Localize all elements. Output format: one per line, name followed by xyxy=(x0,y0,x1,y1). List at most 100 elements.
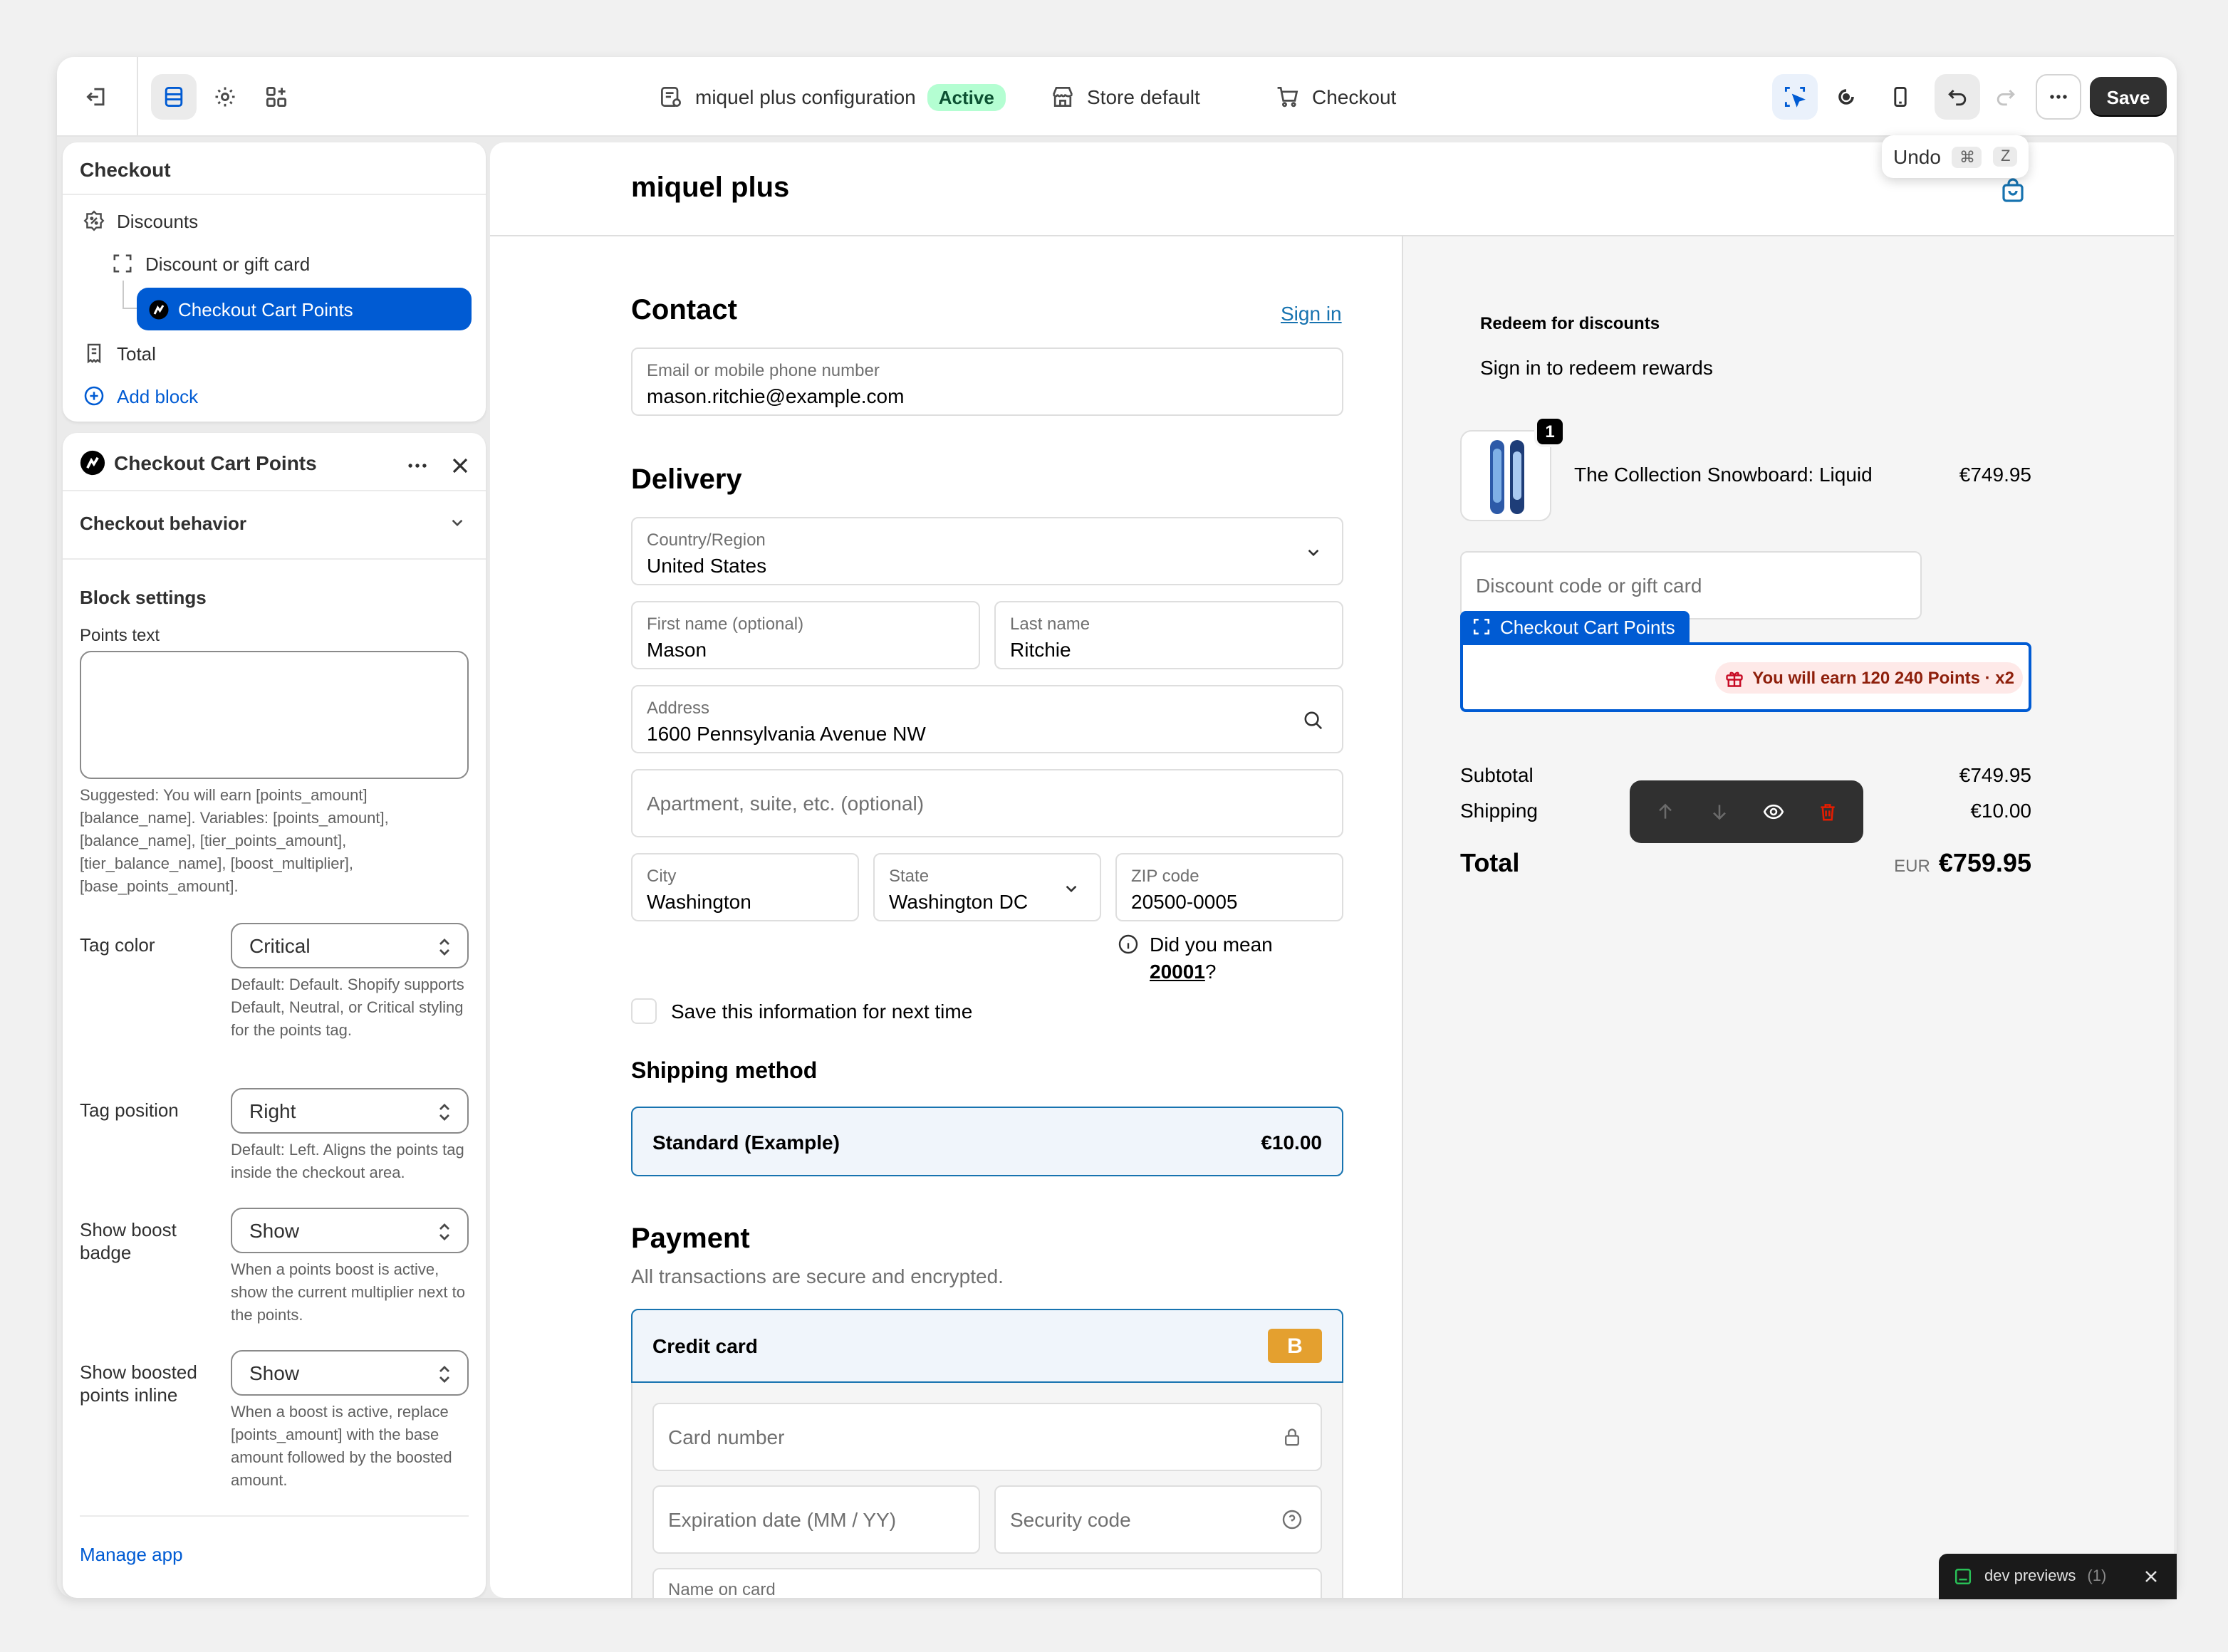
sidebar-item-discount-or-gift-card[interactable]: Discount or gift card xyxy=(111,252,310,275)
sidebar-item-checkout-cart-points[interactable]: Checkout Cart Points xyxy=(137,288,472,330)
save-info-checkbox-row[interactable]: Save this information for next time xyxy=(631,998,972,1024)
tree-connector xyxy=(123,281,137,309)
card-details-area: Card number Expiration date (MM / YY) Se… xyxy=(631,1383,1343,1598)
last-name-field[interactable]: Last name Ritchie xyxy=(994,601,1343,669)
address-label: Address xyxy=(647,698,710,718)
discount-gear-icon xyxy=(83,210,105,231)
undo-tooltip-label: Undo xyxy=(1893,145,1941,168)
undo-icon[interactable] xyxy=(1935,74,1980,120)
email-field-label: Email or mobile phone number xyxy=(647,360,880,380)
visibility-eye-icon[interactable] xyxy=(1762,800,1785,823)
name-on-card-label: Name on card xyxy=(668,1579,776,1598)
chevron-down-icon xyxy=(1066,885,1077,893)
show-boost-badge-select[interactable]: Show xyxy=(231,1208,469,1253)
tag-position-select[interactable]: Right xyxy=(231,1088,469,1134)
save-info-checkbox[interactable] xyxy=(631,998,657,1024)
city-field[interactable]: City Washington xyxy=(631,853,859,921)
checkout-behavior-accordion[interactable]: Checkout behavior xyxy=(80,503,469,543)
last-name-label: Last name xyxy=(1010,614,1090,634)
delete-trash-icon[interactable] xyxy=(1816,800,1839,823)
sidebar-item-label: Discount or gift card xyxy=(145,253,311,274)
show-boost-badge-label: Show boost badge xyxy=(80,1219,177,1263)
shipping-option-name: Standard (Example) xyxy=(652,1131,840,1154)
checkout-cart-points-block[interactable]: You will earn 120 240 Points · x2 xyxy=(1460,642,2031,712)
subtotal-label: Subtotal xyxy=(1460,763,1534,786)
block-toolbar xyxy=(1630,780,1863,843)
apps-icon[interactable] xyxy=(254,74,299,120)
mobile-preview-icon[interactable] xyxy=(1878,74,1923,120)
page-selector[interactable]: Checkout xyxy=(1275,57,1396,137)
save-info-label: Save this information for next time xyxy=(671,1000,973,1023)
payment-subtitle: All transactions are secure and encrypte… xyxy=(631,1265,1004,1287)
credit-card-label: Credit card xyxy=(652,1334,758,1357)
country-value: United States xyxy=(647,554,767,577)
show-boosted-inline-select[interactable]: Show xyxy=(231,1350,469,1396)
checkout-main-column: Contact Sign in Email or mobile phone nu… xyxy=(490,236,1402,1598)
select-arrows-icon xyxy=(439,1366,449,1383)
country-select[interactable]: Country/Region United States xyxy=(631,517,1343,585)
add-block-button[interactable]: Add block xyxy=(83,385,198,407)
more-actions-icon[interactable] xyxy=(2036,74,2081,120)
shipping-label: Shipping xyxy=(1460,799,1538,822)
expiration-field[interactable]: Expiration date (MM / YY) xyxy=(652,1485,980,1554)
settings-gear-icon[interactable] xyxy=(202,74,248,120)
state-label: State xyxy=(889,866,930,886)
chevron-down-icon xyxy=(452,519,463,527)
refresh-icon[interactable] xyxy=(1823,74,1869,120)
close-icon[interactable] xyxy=(447,453,473,479)
gift-icon xyxy=(1726,671,1743,686)
address-value: 1600 Pennsylvania Avenue NW xyxy=(647,722,926,745)
tag-color-select[interactable]: Critical xyxy=(231,923,469,968)
card-number-field[interactable]: Card number xyxy=(652,1403,1322,1471)
section-tree-panel: Checkout Discounts Discount or gift card… xyxy=(63,142,486,422)
save-button[interactable]: Save xyxy=(2090,77,2167,117)
address-field[interactable]: Address 1600 Pennsylvania Avenue NW xyxy=(631,685,1343,753)
points-text-input[interactable] xyxy=(80,651,469,779)
shipping-option[interactable]: Standard (Example) €10.00 xyxy=(631,1107,1343,1176)
shipping-option-price: €10.00 xyxy=(1261,1131,1322,1154)
dev-previews-bar[interactable]: dev previews (1) xyxy=(1939,1554,2177,1599)
sidebar-item-discounts[interactable]: Discounts xyxy=(83,209,198,232)
last-name-value: Ritchie xyxy=(1010,638,1071,661)
product-price: €749.95 xyxy=(1959,463,2031,486)
city-value: Washington xyxy=(647,890,751,913)
email-field[interactable]: Email or mobile phone number mason.ritch… xyxy=(631,347,1343,416)
editor-window: miquel plus configuration Active Store d… xyxy=(57,57,2177,1598)
more-options-icon[interactable] xyxy=(405,453,436,479)
zip-suggestion-link[interactable]: 20001 xyxy=(1150,960,1205,983)
app-logo-icon xyxy=(149,299,169,319)
bag-icon[interactable] xyxy=(1999,177,2030,208)
credit-card-option[interactable]: Credit card B xyxy=(631,1309,1343,1383)
total-amount: EUR €759.95 xyxy=(1894,849,2031,879)
discount-code-field[interactable]: Discount code or gift card xyxy=(1460,551,1922,620)
close-icon[interactable] xyxy=(2140,1567,2160,1586)
zip-suggestion-suffix: ? xyxy=(1204,960,1217,983)
exit-icon[interactable] xyxy=(74,74,120,120)
move-up-icon[interactable] xyxy=(1654,800,1677,823)
total-currency: EUR xyxy=(1894,856,1930,876)
dashed-frame-icon xyxy=(113,254,132,273)
dev-previews-count: (1) xyxy=(2087,1568,2107,1585)
state-value: Washington DC xyxy=(889,890,1029,913)
first-name-field[interactable]: First name (optional) Mason xyxy=(631,601,980,669)
manage-app-link[interactable]: Manage app xyxy=(80,1544,183,1565)
move-down-icon[interactable] xyxy=(1708,800,1731,823)
redo-icon[interactable] xyxy=(1983,74,2029,120)
inspector-icon[interactable] xyxy=(1772,74,1818,120)
sections-icon[interactable] xyxy=(151,74,197,120)
city-label: City xyxy=(647,866,677,886)
security-code-field[interactable]: Security code xyxy=(994,1485,1322,1554)
card-number-placeholder: Card number xyxy=(668,1426,785,1448)
security-code-placeholder: Security code xyxy=(1010,1508,1131,1531)
tag-color-help: Default: Default. Shopify supports Defau… xyxy=(231,977,464,1040)
apartment-field[interactable]: Apartment, suite, etc. (optional) xyxy=(631,769,1343,837)
state-select[interactable]: State Washington DC xyxy=(873,853,1101,921)
name-on-card-field[interactable]: Name on card xyxy=(652,1568,1322,1598)
configuration-selector[interactable]: miquel plus configuration Active xyxy=(658,57,1006,137)
sign-in-link[interactable]: Sign in xyxy=(1281,302,1342,325)
store-selector[interactable]: Store default xyxy=(1050,57,1200,137)
sidebar-item-total[interactable]: Total xyxy=(83,342,156,365)
subtotal-value: €749.95 xyxy=(1959,763,2031,786)
zip-field[interactable]: ZIP code 20500-0005 xyxy=(1115,853,1343,921)
zip-label: ZIP code xyxy=(1131,866,1199,886)
